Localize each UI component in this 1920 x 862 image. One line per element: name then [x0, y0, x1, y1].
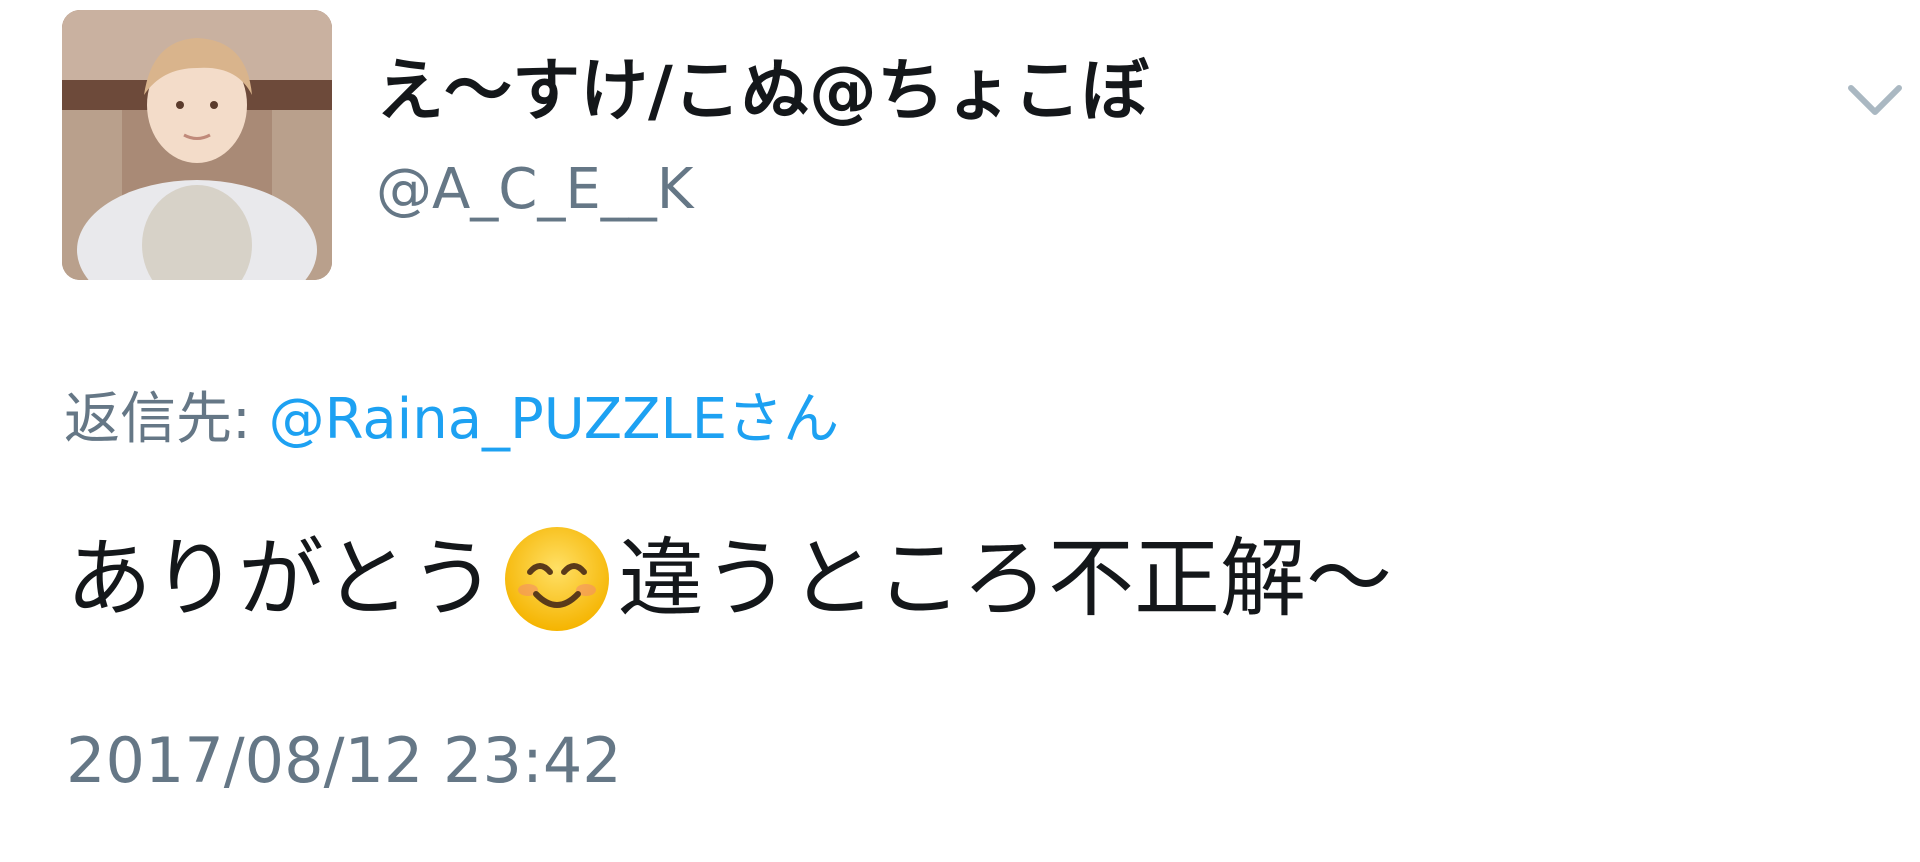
tweet-timestamp[interactable]: 2017/08/12 23:42 [66, 730, 622, 792]
reply-prefix: 返信先: [64, 387, 269, 452]
user-handle[interactable]: @A_C_E__K [376, 162, 694, 218]
tweet-text-part-2: 違うところ不正解〜 [618, 529, 1392, 629]
tweet-text-part-1: ありがとう [66, 529, 496, 629]
tweet-text: ありがとう 違うところ不正解〜 [66, 524, 1392, 634]
reply-context: 返信先: @Raina_PUZZLEさん [64, 392, 839, 448]
reply-target-link[interactable]: @Raina_PUZZLEさん [269, 387, 839, 452]
smiling-face-icon [502, 524, 612, 634]
avatar-image [62, 10, 332, 280]
chevron-down-icon[interactable] [1845, 80, 1905, 120]
display-name[interactable]: え〜すけ/こぬ@ちょこぼ [376, 58, 1149, 126]
avatar[interactable] [62, 10, 332, 280]
